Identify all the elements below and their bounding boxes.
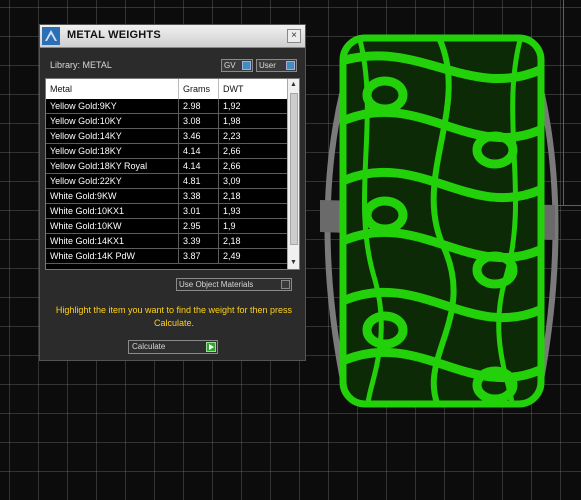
grams-cell: 3.38 [179,189,219,203]
table-row[interactable]: White Gold:10KX1 3.01 1,93 [46,204,288,219]
use-object-materials-indicator [281,280,290,289]
dwt-cell: 1,92 [219,99,288,113]
table-row[interactable]: Yellow Gold:18KY Royal 4.14 2,66 [46,159,288,174]
column-header-dwt[interactable]: DWT [219,79,288,99]
metal-cell: Yellow Gold:22KY [46,174,179,188]
instruction-text: Highlight the item you want to find the … [55,305,293,328]
grams-cell: 4.81 [179,174,219,188]
scroll-down-icon[interactable]: ▼ [289,259,298,267]
table-row[interactable]: White Gold:14KX1 3.39 2,18 [46,234,288,249]
table-row[interactable]: Yellow Gold:14KY 3.46 2,23 [46,129,288,144]
scroll-thumb[interactable] [290,93,298,245]
dwt-cell: 2,23 [219,129,288,143]
metal-cell: Yellow Gold:18KY Royal [46,159,179,173]
table-row[interactable]: White Gold:14K PdW 3.87 2,49 [46,249,288,264]
dwt-cell: 1,98 [219,114,288,128]
column-header-grams[interactable]: Grams [179,79,219,99]
grams-cell: 3.46 [179,129,219,143]
dwt-cell: 2,18 [219,234,288,248]
scroll-up-icon[interactable]: ▲ [289,81,298,89]
metal-cell: White Gold:10KX1 [46,204,179,218]
table-header: Metal Grams DWT [46,79,288,99]
metal-cell: Yellow Gold:14KY [46,129,179,143]
grams-cell: 3.01 [179,204,219,218]
table-row[interactable]: Yellow Gold:22KY 4.81 3,09 [46,174,288,189]
metal-cell: White Gold:14K PdW [46,249,179,263]
dwt-cell: 1,9 [219,219,288,233]
panel-title: METAL WEIGHTS [67,29,161,41]
metal-cell: White Gold:10KW [46,219,179,233]
grams-cell: 3.87 [179,249,219,263]
cad-app-icon [42,27,60,45]
grams-cell: 2.95 [179,219,219,233]
title-bar[interactable]: METAL WEIGHTS × [40,25,305,48]
dwt-cell: 2,66 [219,159,288,173]
gv-toggle-indicator [242,61,251,70]
gv-toggle[interactable]: GV [221,59,253,72]
close-icon[interactable]: × [287,29,301,43]
user-toggle[interactable]: User [256,59,297,72]
dwt-cell: 2,66 [219,144,288,158]
table-row[interactable]: Yellow Gold:18KY 4.14 2,66 [46,144,288,159]
table-row[interactable]: White Gold:9KW 3.38 2,18 [46,189,288,204]
metal-cell: White Gold:14KX1 [46,234,179,248]
grams-cell: 4.14 [179,144,219,158]
dwt-cell: 2,49 [219,249,288,263]
use-object-materials-toggle[interactable]: Use Object Materials [176,278,292,291]
column-header-metal[interactable]: Metal [46,79,179,99]
calculate-label: Calculate [132,342,166,351]
metal-cell: Yellow Gold:18KY [46,144,179,158]
library-label: Library: METAL [50,60,112,70]
metal-table: Metal Grams DWT Yellow Gold:9KY 2.98 1,92 Y… [45,78,300,270]
user-toggle-label: User [259,61,276,70]
grams-cell: 3.08 [179,114,219,128]
metal-cell: Yellow Gold:9KY [46,99,179,113]
calculate-button[interactable]: Calculate [128,340,218,354]
metal-cell: Yellow Gold:10KY [46,114,179,128]
dwt-cell: 1,93 [219,204,288,218]
user-toggle-indicator [286,61,295,70]
metal-weights-panel: METAL WEIGHTS × Library: METAL GV User M… [39,24,306,361]
use-object-materials-label: Use Object Materials [179,280,254,289]
table-row[interactable]: White Gold:10KW 2.95 1,9 [46,219,288,234]
grams-cell: 2.98 [179,99,219,113]
gv-toggle-label: GV [224,61,236,70]
metal-cell: White Gold:9KW [46,189,179,203]
dwt-cell: 3,09 [219,174,288,188]
dwt-cell: 2,18 [219,189,288,203]
grams-cell: 3.39 [179,234,219,248]
play-arrow-icon [206,342,216,352]
table-scrollbar[interactable]: ▲ ▼ [287,79,299,269]
grams-cell: 4.14 [179,159,219,173]
table-row[interactable]: Yellow Gold:10KY 3.08 1,98 [46,114,288,129]
table-body: Yellow Gold:9KY 2.98 1,92 Yellow Gold:10KY 3… [46,99,288,264]
table-row[interactable]: Yellow Gold:9KY 2.98 1,92 [46,99,288,114]
